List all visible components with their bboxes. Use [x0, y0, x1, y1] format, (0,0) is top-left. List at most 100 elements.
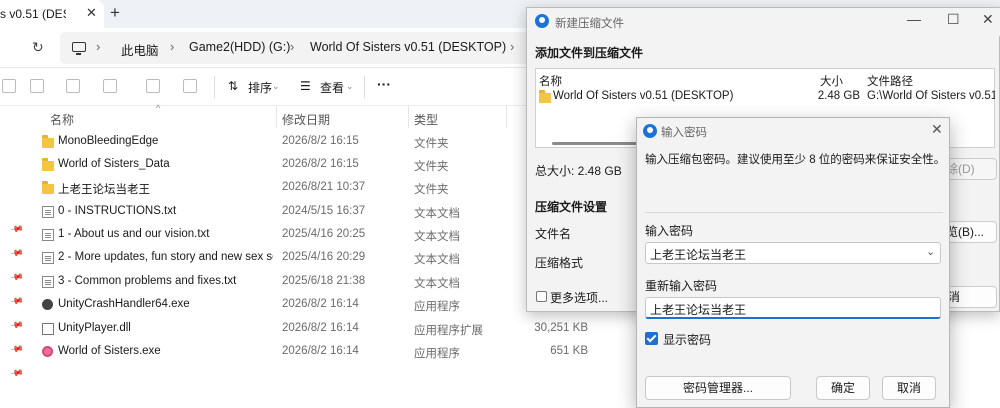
file-date: 2024/5/15 16:37	[282, 205, 366, 217]
password-combobox[interactable]: 上老王论坛当老王 ⌄	[645, 242, 941, 264]
chevron-down-icon[interactable]: ⌄	[926, 245, 935, 258]
total-size-label: 总大小: 2.48 GB	[535, 164, 622, 178]
file-name: 1 - About us and our vision.txt	[58, 228, 210, 240]
text-file-icon	[42, 229, 54, 241]
file-type: 应用程序	[414, 301, 460, 313]
show-password-label[interactable]: 显示密码	[663, 331, 711, 348]
delete-icon[interactable]	[183, 79, 197, 93]
dialog-title: 新建压缩文件	[555, 18, 624, 30]
pin-icon[interactable]: 📌	[9, 366, 24, 381]
filename-label: 文件名	[535, 227, 572, 241]
dialog-title: 输入密码	[661, 127, 707, 139]
breadcrumb-drive[interactable]: Game2(HDD) (G:)	[189, 40, 290, 54]
cancel-button[interactable]: 取消	[882, 376, 936, 400]
file-type: 文本文档	[414, 254, 460, 266]
show-password-checkbox[interactable]	[645, 332, 658, 345]
file-date: 2026/8/2 16:15	[282, 135, 359, 147]
paste-icon[interactable]	[66, 79, 80, 93]
share-icon[interactable]	[146, 79, 160, 93]
file-date: 2026/8/21 10:37	[282, 181, 366, 193]
pin-icon[interactable]: 📌	[9, 222, 24, 237]
password-manager-button[interactable]: 密码管理器...	[645, 376, 791, 400]
text-file-icon	[42, 276, 54, 288]
close-icon[interactable]: ✕	[86, 5, 97, 21]
file-date: 2026/8/2 16:14	[282, 322, 359, 334]
file-name: UnityPlayer.dll	[58, 322, 131, 334]
file-name: MonoBleedingEdge	[58, 135, 159, 147]
pin-icon[interactable]: 📌	[9, 318, 24, 333]
sort-caret-icon: ^	[156, 103, 161, 113]
horizontal-scrollbar[interactable]	[552, 142, 642, 145]
more-options-checkbox[interactable]	[536, 291, 547, 302]
refresh-icon[interactable]: ↻	[32, 39, 44, 56]
new-tab-button[interactable]: +	[110, 3, 120, 23]
computer-icon	[72, 42, 86, 55]
confirm-password-value: 上老王论坛当老王	[650, 303, 747, 317]
sort-button[interactable]: 排序	[248, 79, 272, 96]
pin-icon[interactable]: 📌	[9, 342, 24, 357]
file-name: World of Sisters_Data	[58, 158, 170, 170]
view-icon: ☰	[300, 79, 311, 93]
column-header-modified[interactable]: 修改日期	[282, 111, 330, 128]
text-file-icon	[42, 206, 54, 218]
pin-icon[interactable]: 📌	[9, 246, 24, 261]
list-header-path[interactable]: 文件路径	[867, 73, 913, 89]
ok-button[interactable]: 确定	[816, 376, 870, 400]
pin-icon[interactable]: 📌	[9, 270, 24, 285]
file-size: 651 KB	[550, 345, 588, 357]
list-header-name[interactable]: 名称	[539, 73, 562, 89]
folder-icon	[42, 135, 54, 148]
column-header-type[interactable]: 类型	[414, 111, 438, 128]
view-button[interactable]: 查看	[320, 79, 344, 96]
breadcrumb-this-pc[interactable]: 此电脑	[121, 40, 159, 59]
file-date: 2026/8/2 16:14	[282, 345, 359, 357]
file-type: 文本文档	[414, 208, 460, 220]
breadcrumb-folder[interactable]: World Of Sisters v0.51 (DESKTOP)	[310, 40, 506, 54]
divider	[645, 212, 943, 213]
game-exe-icon	[42, 346, 53, 357]
chevron-right-icon: ›	[290, 39, 295, 54]
file-date: 2026/8/2 16:15	[282, 158, 359, 170]
file-date: 2026/8/2 16:14	[282, 298, 359, 310]
chevron-right-icon: ›	[96, 39, 101, 54]
navigation-pane: 📌 📌 📌 📌 📌 📌 📌	[0, 106, 28, 408]
chevron-down-icon: ⌄	[346, 81, 354, 91]
explorer-tab[interactable]: s v0.51 (DESKTOP) ✕	[0, 0, 104, 28]
folder-icon	[42, 158, 54, 171]
address-bar[interactable]: › 此电脑 › Game2(HDD) (G:) › World Of Siste…	[60, 32, 540, 64]
copy-icon[interactable]	[30, 79, 44, 93]
password-value: 上老王论坛当老王	[650, 248, 747, 262]
section-heading: 添加文件到压缩文件	[535, 46, 644, 60]
chevron-down-icon: ⌄	[272, 81, 280, 91]
unity-exe-icon	[42, 299, 53, 310]
file-type: 文本文档	[414, 231, 460, 243]
list-item-name: World Of Sisters v0.51 (DESKTOP)	[553, 90, 734, 102]
file-type: 文件夹	[414, 138, 449, 150]
column-divider[interactable]	[506, 106, 507, 128]
settings-heading: 压缩文件设置	[535, 200, 608, 214]
pin-icon[interactable]: 📌	[9, 294, 24, 309]
password-description: 输入压缩包密码。建议使用至少 8 位的密码来保证安全性。	[645, 154, 946, 166]
close-icon[interactable]: ✕	[982, 11, 994, 28]
file-type: 文件夹	[414, 161, 449, 173]
maximize-icon[interactable]: ☐	[947, 11, 960, 28]
close-icon[interactable]: ✕	[931, 121, 943, 138]
column-header-name[interactable]: 名称	[50, 111, 74, 128]
dialog-title-bar: 新建压缩文件 — ☐ ✕	[527, 8, 1000, 36]
confirm-password-label: 重新输入密码	[645, 279, 718, 293]
list-item-size: 2.48 GB	[817, 90, 860, 102]
file-size: 30,251 KB	[534, 322, 588, 334]
list-header-size[interactable]: 大小	[820, 73, 843, 89]
more-options-label[interactable]: 更多选项...	[550, 289, 608, 306]
minimize-icon[interactable]: —	[907, 11, 921, 27]
file-date: 2025/6/18 21:38	[282, 275, 366, 287]
list-item-path: G:\World Of Sisters v0.51	[867, 90, 995, 102]
rename-icon[interactable]	[103, 79, 117, 93]
column-divider[interactable]	[276, 106, 277, 128]
column-divider[interactable]	[408, 106, 409, 128]
more-options-button[interactable]: ···	[377, 76, 391, 92]
confirm-password-input[interactable]: 上老王论坛当老王	[645, 297, 941, 319]
password-label: 输入密码	[645, 224, 694, 238]
cut-icon[interactable]	[2, 79, 16, 93]
file-name: 0 - INSTRUCTIONS.txt	[58, 205, 177, 217]
